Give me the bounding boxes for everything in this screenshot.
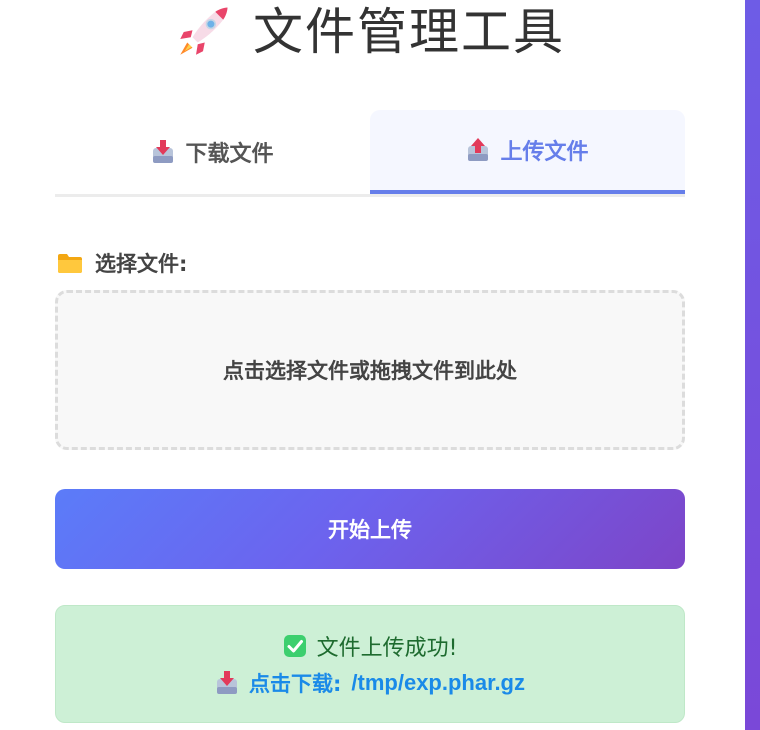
tab-upload-file[interactable]: 上传文件 <box>370 110 685 194</box>
inbox-download-icon <box>217 671 237 694</box>
file-dropzone[interactable]: 点击选择文件或拖拽文件到此处 <box>55 290 685 450</box>
tab-label: 下载文件 <box>185 142 274 167</box>
tab-bar: 下载文件 上传文件 <box>55 110 685 194</box>
file-field-label: 选择文件: <box>57 248 187 278</box>
success-message-row: 文件上传成功! <box>283 630 458 662</box>
folder-icon <box>58 254 82 273</box>
upload-success-alert: 文件上传成功! 点击下载: /tmp/exp.phar.gz <box>55 605 685 723</box>
success-message: 文件上传成功! <box>316 636 458 661</box>
inbox-download-icon <box>153 140 174 163</box>
dropzone-hint: 点击选择文件或拖拽文件到此处 <box>223 359 517 383</box>
download-link-prefix: 点击下载: <box>249 672 342 696</box>
tab-divider <box>55 194 685 197</box>
page-header: 文件管理工具 <box>0 0 740 64</box>
download-result-link[interactable]: 点击下载: /tmp/exp.phar.gz <box>215 668 525 698</box>
rocket-icon <box>180 7 228 55</box>
outbox-upload-icon <box>468 138 489 161</box>
page-background-edge <box>745 0 760 730</box>
tab-download-file[interactable]: 下载文件 <box>55 110 370 194</box>
check-mark-icon <box>283 635 306 657</box>
start-upload-button[interactable]: 开始上传 <box>55 489 685 569</box>
download-link-path: /tmp/exp.phar.gz <box>351 670 525 695</box>
page-title: 文件管理工具 <box>253 3 565 61</box>
tab-label: 上传文件 <box>500 140 589 165</box>
file-field-label-text: 选择文件: <box>95 252 188 276</box>
